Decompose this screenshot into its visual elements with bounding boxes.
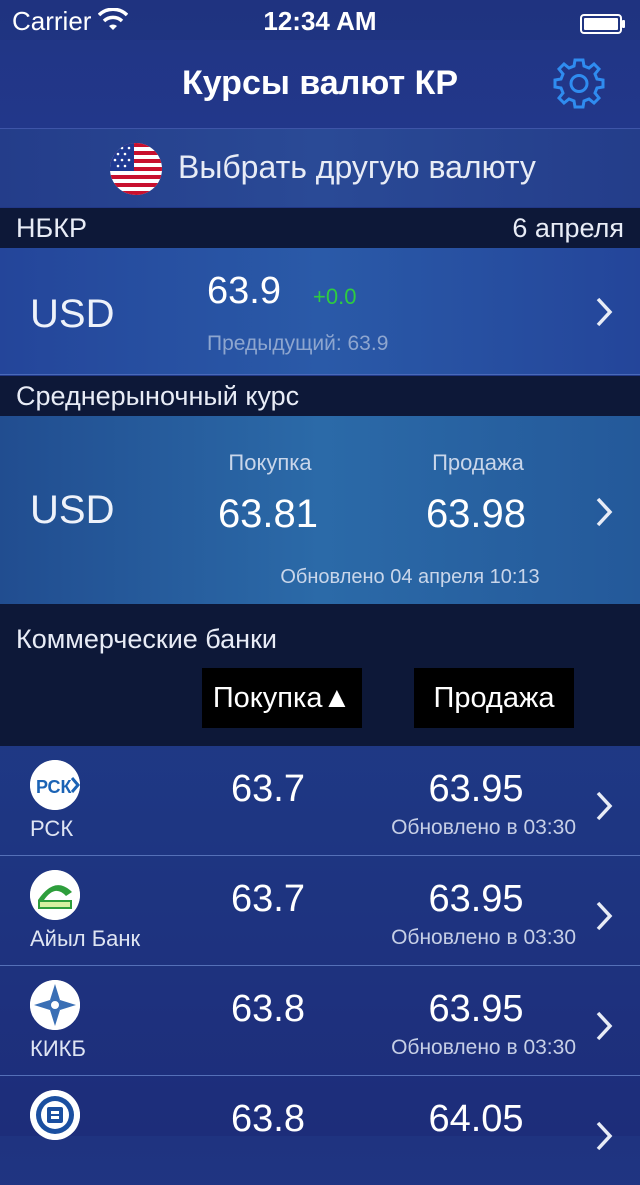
market-header-label: Среднерыночный курс <box>16 381 300 411</box>
market-sell-value: 63.98 <box>425 492 527 536</box>
rsk-logo: РСК <box>30 760 80 810</box>
navigation-bar: Курсы валют КР <box>0 40 640 129</box>
bank-updated: Обновлено в 03:30 <box>391 1036 576 1059</box>
chevron-right-icon <box>594 1008 618 1044</box>
buy-label: Покупка <box>228 450 312 475</box>
us-flag-icon <box>110 143 162 195</box>
sort-ascending-icon: ▲ <box>322 682 352 714</box>
clock: 12:34 AM <box>263 6 377 36</box>
bank-updated: Обновлено в 03:30 <box>391 926 576 949</box>
bank-buy-value: 63.8 <box>231 988 305 1030</box>
nbkr-change: +0.0 <box>313 284 357 309</box>
bank-buy-value: 63.7 <box>231 878 305 920</box>
chevron-right-icon <box>594 494 618 530</box>
page-title: Курсы валют КР <box>181 64 459 102</box>
bank-row[interactable]: КИКБ 63.8 63.95 Обновлено в 03:30 <box>0 966 640 1076</box>
commercial-banks-header: Коммерческие банки Покупка▲ Продажа <box>0 604 640 746</box>
bank-name: КИКБ <box>30 1036 86 1061</box>
bank-sell-value: 63.95 <box>428 768 524 810</box>
bank-row[interactable]: Айыл Банк 63.7 63.95 Обновлено в 03:30 <box>0 856 640 966</box>
bank-updated: Обновлено в 03:30 <box>391 816 576 839</box>
chevron-right-icon <box>594 1118 618 1154</box>
market-buy-value: 63.81 <box>217 492 319 536</box>
sort-buy-label: Покупка <box>212 682 323 714</box>
currency-code: USD <box>30 292 115 336</box>
bank-name: Айыл Банк <box>30 926 141 951</box>
svg-text:РСК: РСК <box>36 777 73 797</box>
chevron-right-icon <box>594 294 618 330</box>
gear-icon[interactable] <box>552 56 606 110</box>
nbkr-section-header: НБКР 6 апреля <box>0 208 640 248</box>
nbkr-date: 6 апреля <box>512 213 624 243</box>
nbkr-rate-row[interactable]: USD 63.9 +0.0 Предыдущий: 63.9 <box>0 248 640 375</box>
battery-icon <box>580 10 626 34</box>
status-bar: Carrier 12:34 AM <box>0 0 640 40</box>
sort-by-buy-button[interactable]: Покупка▲ <box>202 668 362 728</box>
sort-sell-label: Продажа <box>433 682 555 714</box>
nbkr-rate: 63.9 <box>207 270 281 312</box>
sell-label: Продажа <box>432 450 524 475</box>
nbkr-previous: Предыдущий: 63.9 <box>207 332 389 355</box>
bank-row[interactable]: РСК РСК 63.7 63.95 Обновлено в 03:30 <box>0 746 640 856</box>
commercial-header-label: Коммерческие банки <box>16 624 277 654</box>
choose-currency-label: Выбрать другую валюту <box>178 149 536 185</box>
nbkr-header-label: НБКР <box>16 213 87 243</box>
bank-sell-value: 63.95 <box>428 988 524 1030</box>
chevron-right-icon <box>594 788 618 824</box>
bank-sell-value: 63.95 <box>428 878 524 920</box>
kicb-logo <box>30 980 80 1030</box>
bank-logo <box>30 1090 80 1140</box>
bank-row[interactable]: 63.8 64.05 <box>0 1076 640 1185</box>
currency-code: USD <box>30 488 115 532</box>
market-section-header: Среднерыночный курс <box>0 376 640 416</box>
choose-currency-button[interactable]: Выбрать другую валюту <box>0 129 640 207</box>
market-rate-row[interactable]: USD Покупка Продажа 63.81 63.98 Обновлен… <box>0 416 640 604</box>
bank-buy-value: 63.7 <box>231 768 305 810</box>
aiyl-bank-logo <box>30 870 80 920</box>
chevron-right-icon <box>594 898 618 934</box>
bank-name: РСК <box>30 816 74 841</box>
bank-buy-value: 63.8 <box>231 1098 305 1140</box>
market-updated: Обновлено 04 апреля 10:13 <box>280 566 540 588</box>
sort-by-sell-button[interactable]: Продажа <box>414 668 574 728</box>
bank-sell-value: 64.05 <box>428 1098 524 1140</box>
